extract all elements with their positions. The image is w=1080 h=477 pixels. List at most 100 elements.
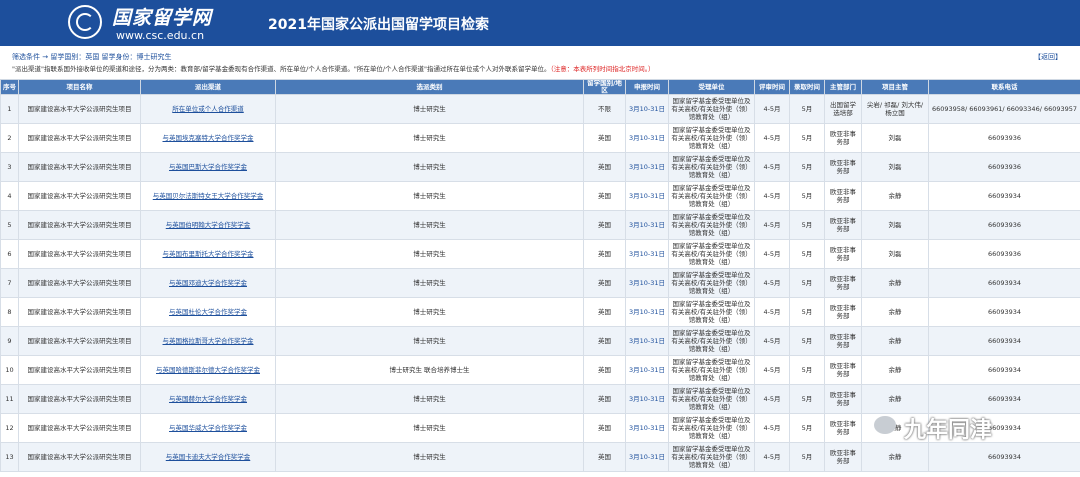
channel-link-text[interactable]: 与英国布里斯托大学合作奖学金 bbox=[163, 250, 254, 258]
category-cell: 博士研究生 bbox=[275, 268, 584, 298]
review-time-cell: 4-5月 bbox=[754, 268, 790, 298]
country-cell: 英国 bbox=[583, 210, 626, 240]
department-cell: 出国留学选培部 bbox=[824, 94, 862, 124]
apply-date-cell: 3月10-31日 bbox=[625, 123, 669, 153]
channel-link-text[interactable]: 与英国巴斯大学合作奖学金 bbox=[169, 163, 247, 171]
apply-date-cell: 3月10-31日 bbox=[625, 94, 669, 124]
department-cell: 欧亚非事务部 bbox=[824, 152, 862, 182]
review-time-cell: 4-5月 bbox=[754, 152, 790, 182]
channel-link: 与英国伯明翰大学合作奖学金 bbox=[140, 210, 276, 240]
row-number: 13 bbox=[0, 442, 19, 472]
filter-conditions: 筛选条件 → 留学国别：英国 留学身份：博士研究生 bbox=[12, 53, 172, 61]
phone-cell: 66093934 bbox=[928, 355, 1080, 385]
department-cell: 欧亚非事务部 bbox=[824, 326, 862, 356]
project-name-cell: 国家建设高水平大学公派研究生项目 bbox=[18, 152, 141, 182]
channel-link: 与英国杜伦大学合作奖学金 bbox=[140, 297, 276, 327]
department-cell: 欧亚非事务部 bbox=[824, 297, 862, 327]
review-time-cell: 4-5月 bbox=[754, 94, 790, 124]
channel-link-text[interactable]: 与英国赫尔大学合作奖学金 bbox=[169, 395, 247, 403]
accepting-unit-cell: 国家留学基金委受理单位及有关高校/有关驻外使（领）馆教育处（组） bbox=[668, 442, 755, 472]
project-name-cell: 国家建设高水平大学公派研究生项目 bbox=[18, 384, 141, 414]
channel-link-text[interactable]: 与英国哈德斯菲尔德大学合作奖学金 bbox=[156, 366, 260, 374]
channel-link: 与英国赫尔大学合作奖学金 bbox=[140, 384, 276, 414]
column-header: 派出渠道 bbox=[140, 79, 276, 95]
back-link[interactable]: 【返回】 bbox=[1034, 52, 1062, 62]
apply-date-cell: 3月10-31日 bbox=[625, 239, 669, 269]
admission-time-cell: 5月 bbox=[789, 413, 825, 443]
accepting-unit-cell: 国家留学基金委受理单位及有关高校/有关驻外使（领）馆教育处（组） bbox=[668, 94, 755, 124]
column-header: 项目名称 bbox=[18, 79, 141, 95]
accepting-unit-cell: 国家留学基金委受理单位及有关高校/有关驻外使（领）馆教育处（组） bbox=[668, 239, 755, 269]
country-cell: 英国 bbox=[583, 268, 626, 298]
apply-date-cell: 3月10-31日 bbox=[625, 210, 669, 240]
channel-link: 所在单位或个人合作渠道 bbox=[140, 94, 276, 124]
channel-link-text[interactable]: 与英国杜伦大学合作奖学金 bbox=[169, 308, 247, 316]
channel-link: 与英国邓迪大学合作奖学金 bbox=[140, 268, 276, 298]
accepting-unit-cell: 国家留学基金委受理单位及有关高校/有关驻外使（领）馆教育处（组） bbox=[668, 152, 755, 182]
row-number: 12 bbox=[0, 413, 19, 443]
manager-cell: 刘磊 bbox=[861, 123, 929, 153]
page-title: 2021年国家公派出国留学项目检索 bbox=[268, 17, 489, 33]
country-cell: 英国 bbox=[583, 297, 626, 327]
admission-time-cell: 5月 bbox=[789, 181, 825, 211]
column-header: 联系电话 bbox=[928, 79, 1080, 95]
apply-date-cell: 3月10-31日 bbox=[625, 181, 669, 211]
manager-cell: 刘磊 bbox=[861, 210, 929, 240]
apply-date-cell: 3月10-31日 bbox=[625, 152, 669, 182]
review-time-cell: 4-5月 bbox=[754, 181, 790, 211]
row-number: 4 bbox=[0, 181, 19, 211]
column-header: 选派类别 bbox=[275, 79, 584, 95]
channel-link: 与英国布里斯托大学合作奖学金 bbox=[140, 239, 276, 269]
country-cell: 英国 bbox=[583, 326, 626, 356]
category-cell: 博士研究生 bbox=[275, 239, 584, 269]
department-cell: 欧亚非事务部 bbox=[824, 268, 862, 298]
category-cell: 博士研究生 bbox=[275, 210, 584, 240]
category-cell: 博士研究生 bbox=[275, 384, 584, 414]
project-name-cell: 国家建设高水平大学公派研究生项目 bbox=[18, 210, 141, 240]
row-number: 7 bbox=[0, 268, 19, 298]
logo-url: www.csc.edu.cn bbox=[116, 29, 205, 42]
accepting-unit-cell: 国家留学基金委受理单位及有关高校/有关驻外使（领）馆教育处（组） bbox=[668, 268, 755, 298]
accepting-unit-cell: 国家留学基金委受理单位及有关高校/有关驻外使（领）馆教育处（组） bbox=[668, 210, 755, 240]
row-number: 8 bbox=[0, 297, 19, 327]
channel-link-text[interactable]: 与英国邓迪大学合作奖学金 bbox=[169, 279, 247, 287]
channel-link-text[interactable]: 与英国埃克塞特大学合作奖学金 bbox=[163, 134, 254, 142]
phone-cell: 66093934 bbox=[928, 268, 1080, 298]
table-row: 2 国家建设高水平大学公派研究生项目 与英国埃克塞特大学合作奖学金 博士研究生 英国 3月… bbox=[0, 123, 1080, 153]
country-cell: 英国 bbox=[583, 355, 626, 385]
project-name-cell: 国家建设高水平大学公派研究生项目 bbox=[18, 94, 141, 124]
category-cell: 博士研究生 bbox=[275, 94, 584, 124]
column-header: 主管部门 bbox=[824, 79, 862, 95]
wechat-icon bbox=[874, 416, 896, 434]
country-cell: 英国 bbox=[583, 442, 626, 472]
admission-time-cell: 5月 bbox=[789, 355, 825, 385]
channel-link-text[interactable]: 与英国格拉斯哥大学合作奖学金 bbox=[163, 337, 254, 345]
manager-cell: 刘磊 bbox=[861, 152, 929, 182]
channel-link: 与英国华威大学合作奖学金 bbox=[140, 413, 276, 443]
apply-date-cell: 3月10-31日 bbox=[625, 326, 669, 356]
category-cell: 博士研究生 联合培养博士生 bbox=[275, 355, 584, 385]
row-number: 5 bbox=[0, 210, 19, 240]
review-time-cell: 4-5月 bbox=[754, 210, 790, 240]
channel-link-text[interactable]: 所在单位或个人合作渠道 bbox=[172, 105, 244, 113]
country-cell: 英国 bbox=[583, 181, 626, 211]
column-header: 受理单位 bbox=[668, 79, 755, 95]
table-row: 8 国家建设高水平大学公派研究生项目 与英国杜伦大学合作奖学金 博士研究生 英国 3月10… bbox=[0, 297, 1080, 327]
review-time-cell: 4-5月 bbox=[754, 413, 790, 443]
accepting-unit-cell: 国家留学基金委受理单位及有关高校/有关驻外使（领）馆教育处（组） bbox=[668, 413, 755, 443]
admission-time-cell: 5月 bbox=[789, 384, 825, 414]
channel-link: 与英国贝尔法斯特女王大学合作奖学金 bbox=[140, 181, 276, 211]
channel-link-text[interactable]: 与英国卡迪夫大学合作奖学金 bbox=[166, 453, 251, 461]
channel-link: 与英国埃克塞特大学合作奖学金 bbox=[140, 123, 276, 153]
channel-link-text[interactable]: 与英国华威大学合作奖学金 bbox=[169, 424, 247, 432]
site-logo[interactable]: 国家留学网 www.csc.edu.cn bbox=[64, 2, 254, 44]
channel-link: 与英国巴斯大学合作奖学金 bbox=[140, 152, 276, 182]
department-cell: 欧亚非事务部 bbox=[824, 181, 862, 211]
phone-cell: 66093936 bbox=[928, 210, 1080, 240]
table-row: 6 国家建设高水平大学公派研究生项目 与英国布里斯托大学合作奖学金 博士研究生 英国 3月… bbox=[0, 239, 1080, 269]
logo-name: 国家留学网 bbox=[112, 7, 213, 29]
channel-link-text[interactable]: 与英国贝尔法斯特女王大学合作奖学金 bbox=[153, 192, 264, 200]
channel-link-text[interactable]: 与英国伯明翰大学合作奖学金 bbox=[166, 221, 251, 229]
phone-cell: 66093934 bbox=[928, 297, 1080, 327]
phone-cell: 66093934 bbox=[928, 181, 1080, 211]
